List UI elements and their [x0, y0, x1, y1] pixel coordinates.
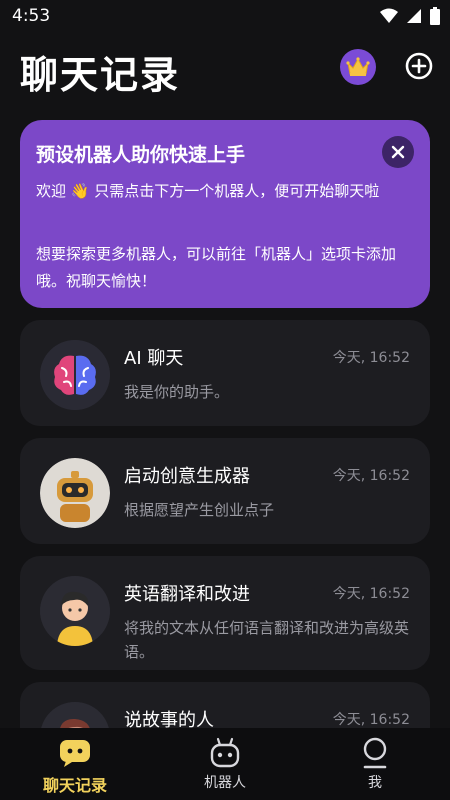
status-time: 4:53 — [12, 6, 51, 26]
chat-title: 英语翻译和改进 — [124, 584, 250, 605]
chat-description: 根据愿望产生创业点子 — [124, 501, 275, 519]
robot-icon — [40, 458, 110, 528]
wifi-icon — [380, 8, 398, 23]
chat-time: 今天, 16:52 — [332, 586, 410, 602]
header: 聊天记录 — [0, 32, 450, 112]
status-bar: 4:53 — [0, 0, 450, 32]
chat-time: 今天, 16:52 — [332, 712, 410, 728]
bottom-tab-bar: 聊天记录 机器人 我 — [0, 728, 450, 800]
status-icons — [380, 7, 440, 25]
chat-item-ai-chat[interactable]: AI 聊天 今天, 16:52 我是你的助手。 — [20, 320, 430, 426]
chat-bubble-icon — [60, 740, 90, 767]
chat-title: AI 聊天 — [124, 348, 184, 369]
add-chat-button[interactable] — [402, 49, 436, 83]
banner-title: 预设机器人助你快速上手 — [36, 144, 246, 166]
chat-title: 启动创意生成器 — [124, 466, 250, 487]
signal-icon — [407, 9, 421, 23]
avatar — [40, 458, 110, 528]
chat-description: 我是你的助手。 — [124, 383, 230, 401]
battery-icon — [430, 7, 440, 25]
chat-time: 今天, 16:52 — [332, 468, 410, 484]
tab-me[interactable]: 我 — [300, 728, 450, 800]
person-avatar-icon — [40, 576, 110, 646]
premium-button[interactable] — [340, 49, 376, 85]
chat-description: 将我的文本从任何语言翻译和改进为高级英语。 — [124, 619, 410, 661]
chat-item-english-translation[interactable]: 英语翻译和改进 今天, 16:52 将我的文本从任何语言翻译和改进为高级英语。 — [20, 556, 430, 670]
banner-explore-text: 想要探索更多机器人，可以前往「机器人」选项卡添加哦。祝聊天愉快！ — [36, 245, 397, 290]
avatar — [40, 340, 110, 410]
user-icon — [363, 737, 387, 769]
chat-item-idea-generator[interactable]: 启动创意生成器 今天, 16:52 根据愿望产生创业点子 — [20, 438, 430, 544]
avatar — [40, 576, 110, 646]
tab-label: 机器人 — [204, 775, 246, 791]
page-title: 聊天记录 — [20, 53, 181, 97]
tab-chat-history[interactable]: 聊天记录 — [0, 728, 150, 800]
close-icon — [391, 145, 405, 159]
onboarding-banner: 预设机器人助你快速上手 欢迎 👋 只需点击下方一个机器人，便可开始聊天啦 想要探… — [20, 120, 430, 308]
tab-label: 聊天记录 — [42, 776, 107, 795]
chat-time: 今天, 16:52 — [332, 350, 410, 366]
brain-icon — [40, 340, 110, 410]
tab-label: 我 — [368, 775, 382, 791]
crown-icon — [346, 57, 370, 76]
banner-welcome-text: 欢迎 👋 只需点击下方一个机器人，便可开始聊天啦 — [36, 182, 380, 200]
plus-circle-icon — [405, 52, 433, 80]
robot-tab-icon — [210, 737, 240, 768]
banner-close-button[interactable] — [382, 136, 414, 168]
tab-robots[interactable]: 机器人 — [150, 728, 300, 800]
